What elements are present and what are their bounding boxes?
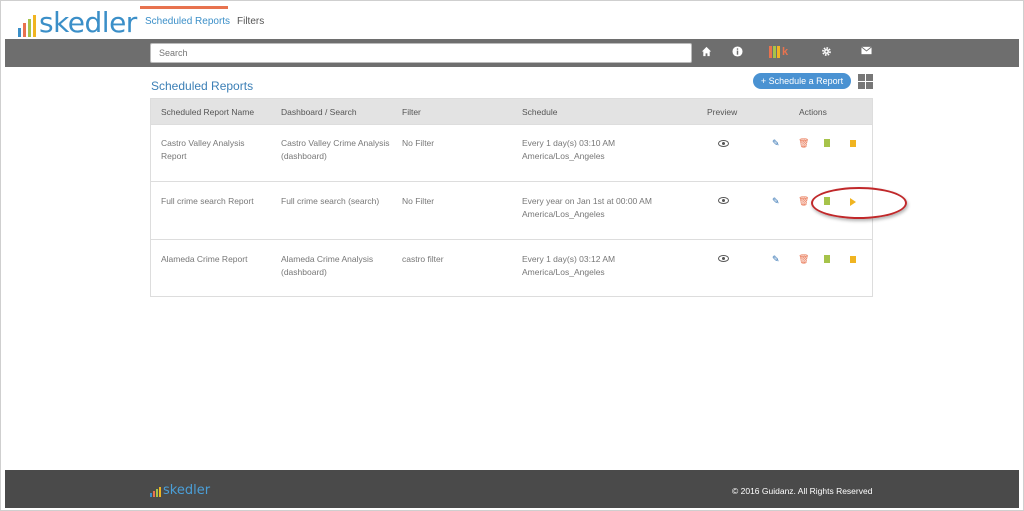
pause-icon[interactable] (850, 256, 856, 263)
kibana-icon[interactable]: k (769, 46, 788, 58)
footer-logo: skedler (150, 484, 210, 497)
col-header-preview: Preview (707, 107, 738, 117)
report-dashboard: Alameda Crime Analysis (dashboard) (281, 254, 374, 277)
table-row: Castro Valley Analysis Report Castro Val… (151, 124, 872, 182)
gear-icon[interactable] (821, 46, 832, 61)
active-tab-indicator (140, 6, 228, 9)
home-icon[interactable] (701, 46, 712, 61)
logo-text: skedler (39, 6, 137, 39)
report-dashboard: Castro Valley Crime Analysis (dashboard) (281, 138, 390, 161)
pause-icon[interactable] (850, 140, 856, 147)
schedule-report-button[interactable]: + Schedule a Report (753, 73, 851, 89)
grid-view-icon[interactable] (858, 74, 873, 89)
page-title: Scheduled Reports (151, 79, 254, 93)
highlight-annotation (811, 187, 907, 219)
tab-filters[interactable]: Filters (237, 16, 264, 27)
preview-icon[interactable] (718, 140, 729, 147)
report-schedule: Every 1 day(s) 03:12 AM America/Los_Ange… (522, 254, 616, 277)
delete-icon[interactable]: 🗑 (798, 254, 809, 264)
report-name: Full crime search Report (161, 196, 254, 206)
skedler-logo[interactable]: skedler (18, 9, 137, 37)
file-icon[interactable] (824, 139, 830, 147)
report-schedule: Every year on Jan 1st at 00:00 AM Americ… (522, 196, 652, 219)
mail-icon[interactable] (861, 46, 872, 59)
search-input[interactable] (150, 43, 692, 63)
col-header-name: Scheduled Report Name (161, 107, 255, 117)
report-filter: No Filter (402, 196, 435, 206)
col-header-actions: Actions (799, 107, 827, 117)
report-name: Alameda Crime Report (161, 254, 248, 264)
info-icon[interactable] (732, 46, 743, 61)
report-dashboard: Full crime search (search) (281, 196, 380, 206)
table-header: Scheduled Report Name Dashboard / Search… (151, 99, 872, 124)
col-header-dashboard: Dashboard / Search (281, 107, 357, 117)
logo-bars-icon (18, 15, 36, 37)
edit-icon[interactable]: ✎ (772, 138, 780, 148)
table-row: Full crime search Report Full crime sear… (151, 181, 872, 240)
file-icon[interactable] (824, 255, 830, 263)
footer-logo-text: skedler (163, 483, 211, 498)
edit-icon[interactable]: ✎ (772, 254, 780, 264)
report-name: Castro Valley Analysis Report (161, 138, 245, 161)
copyright-text: © 2016 Guidanz. All Rights Reserved (732, 486, 873, 496)
tab-scheduled-reports[interactable]: Scheduled Reports (145, 16, 230, 27)
table-row: Alameda Crime Report Alameda Crime Analy… (151, 239, 872, 297)
report-filter: castro filter (402, 254, 444, 264)
footer-logo-bars-icon (150, 487, 161, 497)
col-header-filter: Filter (402, 107, 421, 117)
col-header-schedule: Schedule (522, 107, 558, 117)
edit-icon[interactable]: ✎ (772, 196, 780, 206)
delete-icon[interactable]: 🗑 (798, 196, 809, 206)
report-filter: No Filter (402, 138, 435, 148)
delete-icon[interactable]: 🗑 (798, 138, 809, 148)
preview-icon[interactable] (718, 255, 729, 262)
reports-table: Scheduled Report Name Dashboard / Search… (150, 98, 873, 297)
preview-icon[interactable] (718, 197, 729, 204)
report-schedule: Every 1 day(s) 03:10 AM America/Los_Ange… (522, 138, 616, 161)
